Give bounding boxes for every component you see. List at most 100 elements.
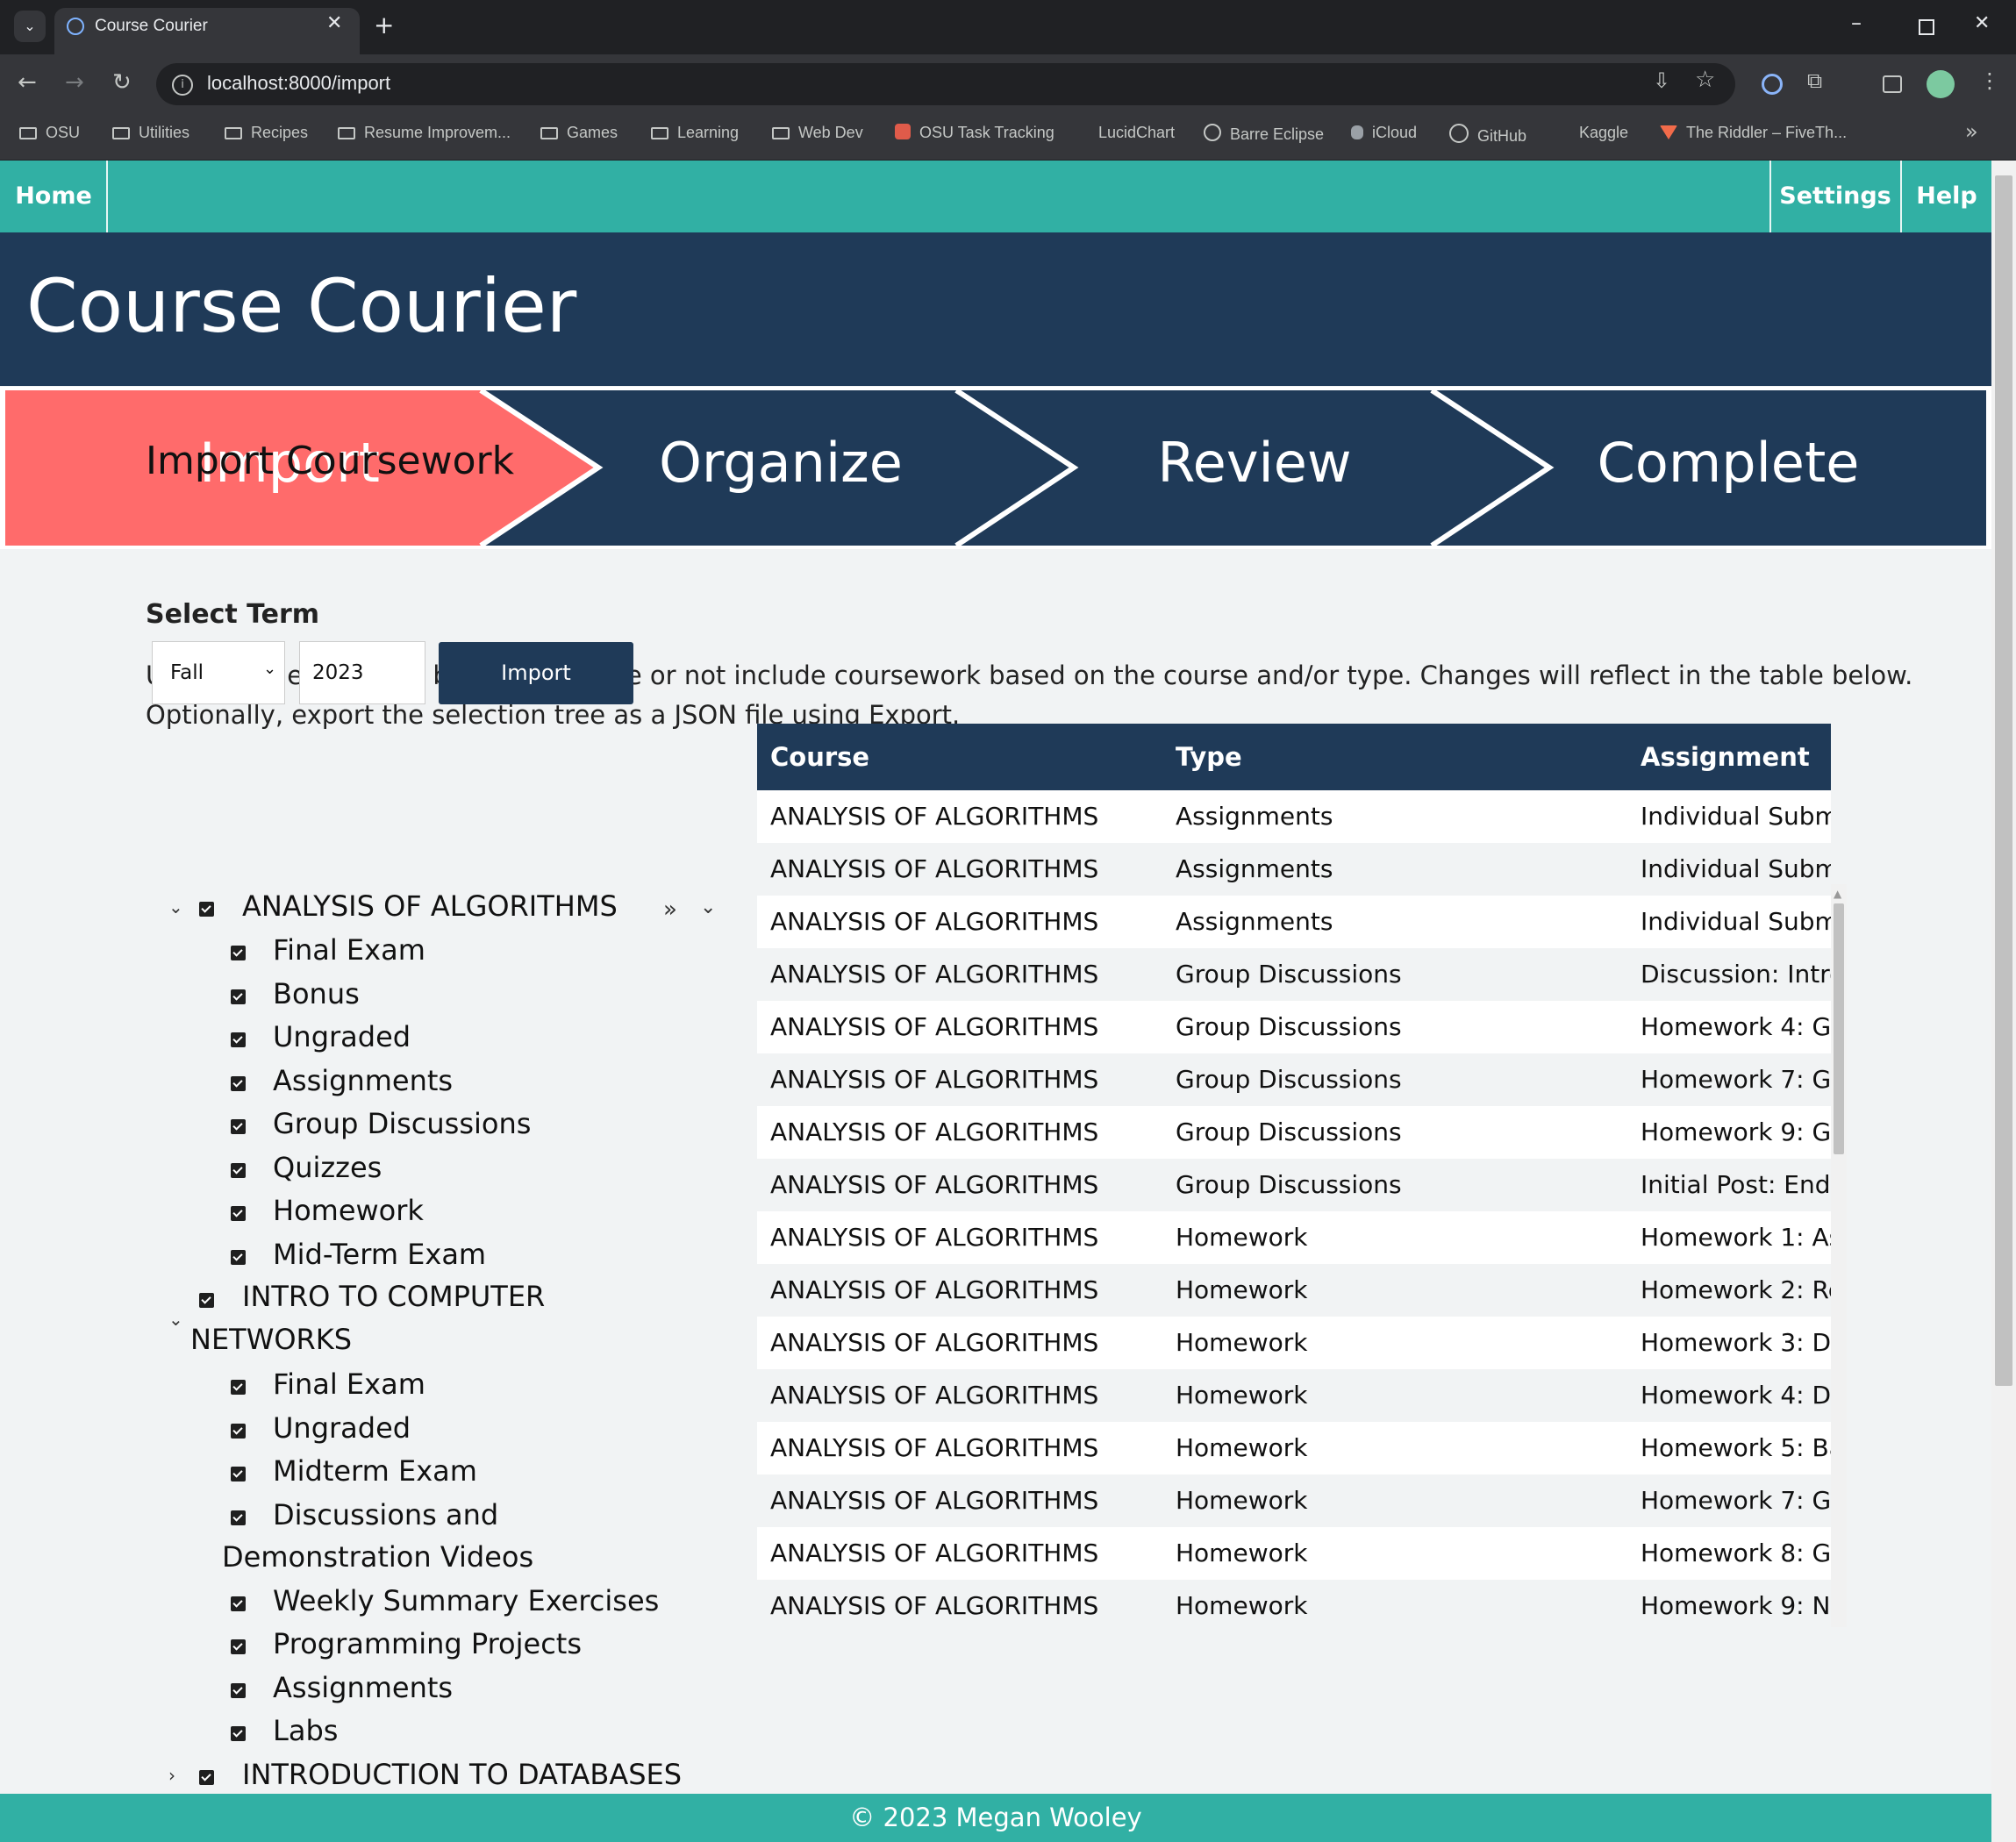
chevron-down-icon[interactable]: ⌄ — [168, 1309, 183, 1330]
checkbox-icon[interactable] — [199, 1770, 214, 1785]
step-organize[interactable]: Organize — [579, 431, 983, 495]
extensions-icon[interactable]: ⧉ — [1807, 68, 1822, 93]
table-row[interactable]: ANALYSIS OF ALGORITHMS Group Discussions D… — [757, 948, 1831, 1001]
tab-search-icon[interactable]: ⌄ — [14, 11, 46, 42]
table-row[interactable]: ANALYSIS OF ALGORITHMS Group Discussions H… — [757, 1106, 1831, 1159]
column-header-course[interactable]: Course — [770, 724, 869, 790]
tree-item[interactable]: Ungraded — [273, 1020, 411, 1053]
tree-item[interactable]: Quizzes — [273, 1151, 382, 1184]
tree-item[interactable]: Bonus — [273, 977, 360, 1010]
checkbox-icon[interactable] — [199, 1293, 214, 1308]
forward-icon[interactable]: → — [65, 69, 84, 96]
tree-item[interactable]: Homework — [273, 1194, 424, 1227]
tree-item-wrap[interactable]: Demonstration Videos — [222, 1540, 533, 1574]
checkbox-icon[interactable] — [231, 1032, 246, 1047]
tree-course-wrap[interactable]: NETWORKS — [190, 1323, 352, 1356]
table-row[interactable]: ANALYSIS OF ALGORITHMS Homework Homework 8… — [757, 1527, 1831, 1580]
import-button[interactable]: Import — [439, 642, 633, 704]
bookmark-folder[interactable]: Recipes — [225, 124, 308, 142]
checkbox-icon[interactable] — [231, 1596, 246, 1611]
checkbox-icon[interactable] — [231, 1683, 246, 1698]
chevron-down-icon[interactable]: ⌄ — [168, 896, 183, 917]
tree-item[interactable]: Mid-Term Exam — [273, 1238, 486, 1271]
tree-course[interactable]: INTRO TO COMPUTER — [242, 1280, 545, 1313]
table-row[interactable]: ANALYSIS OF ALGORITHMS Group Discussions H… — [757, 1053, 1831, 1106]
more-bookmarks-icon[interactable]: » — [1965, 119, 1978, 144]
window-close-icon[interactable]: ✕ — [1974, 12, 1990, 34]
tree-course[interactable]: ANALYSIS OF ALGORITHMS — [242, 889, 618, 923]
checkbox-icon[interactable] — [231, 1639, 246, 1654]
tree-item[interactable]: Ungraded — [273, 1411, 411, 1445]
table-row[interactable]: ANALYSIS OF ALGORITHMS Homework Homework 2… — [757, 1264, 1831, 1317]
menu-kebab-icon[interactable]: ⋮ — [1979, 68, 2000, 93]
minimize-icon[interactable]: – — [1851, 11, 1862, 35]
tree-item[interactable]: Assignments — [273, 1064, 453, 1097]
table-row[interactable]: ANALYSIS OF ALGORITHMS Assignments Individ… — [757, 896, 1831, 948]
tree-course[interactable]: INTRODUCTION TO DATABASES — [242, 1758, 682, 1791]
checkbox-icon[interactable] — [231, 1163, 246, 1178]
table-row[interactable]: ANALYSIS OF ALGORITHMS Homework Homework 5… — [757, 1422, 1831, 1474]
step-review[interactable]: Review — [1053, 431, 1456, 495]
tree-item[interactable]: Weekly Summary Exercises — [273, 1584, 659, 1617]
scroll-up-icon[interactable]: ▲ — [1834, 888, 1841, 900]
bookmark-link[interactable]: The Riddler – FiveTh... — [1660, 124, 1847, 142]
bookmark-link[interactable]: Kaggle — [1558, 124, 1628, 142]
site-info-icon[interactable]: i — [172, 75, 193, 96]
term-select[interactable]: Fall ⌄ — [152, 641, 285, 704]
chevron-right-icon[interactable]: › — [168, 1765, 175, 1786]
table-row[interactable]: ANALYSIS OF ALGORITHMS Group Discussions I… — [757, 1159, 1831, 1211]
bookmark-link[interactable]: iCloud — [1351, 124, 1417, 142]
bookmark-folder[interactable]: Utilities — [112, 124, 189, 142]
back-icon[interactable]: ← — [18, 69, 37, 96]
install-app-icon[interactable]: ⇩ — [1653, 68, 1670, 93]
table-row[interactable]: ANALYSIS OF ALGORITHMS Assignments Individ… — [757, 843, 1831, 896]
tab-close-icon[interactable]: ✕ — [326, 12, 342, 34]
url-text[interactable]: localhost:8000/import — [207, 72, 390, 95]
year-input[interactable]: 2023 — [299, 641, 425, 704]
tree-item[interactable]: Discussions and — [273, 1498, 498, 1531]
table-row[interactable]: ANALYSIS OF ALGORITHMS Homework Homework 3… — [757, 1317, 1831, 1369]
bookmark-star-icon[interactable]: ☆ — [1695, 67, 1715, 93]
table-row[interactable]: ANALYSIS OF ALGORITHMS Assignments Individ… — [757, 790, 1831, 843]
column-header-type[interactable]: Type — [1176, 724, 1242, 790]
bookmark-folder[interactable]: OSU — [19, 124, 80, 142]
new-tab-icon[interactable]: + — [374, 11, 394, 39]
bookmark-link[interactable]: OSU Task Tracking — [895, 124, 1054, 142]
checkbox-icon[interactable] — [231, 946, 246, 960]
column-header-assignment[interactable]: Assignment — [1641, 724, 1810, 790]
page-scrollbar-thumb[interactable] — [1995, 175, 2012, 1386]
tree-item[interactable]: Assignments — [273, 1671, 453, 1704]
step-complete[interactable]: Complete — [1526, 431, 1930, 495]
tree-item[interactable]: Midterm Exam — [273, 1454, 477, 1488]
bookmark-link[interactable]: GitHub — [1449, 124, 1526, 146]
table-scrollbar-thumb[interactable] — [1834, 903, 1844, 1154]
bookmark-folder[interactable]: Learning — [651, 124, 739, 142]
tree-item[interactable]: Group Discussions — [273, 1107, 531, 1140]
table-row[interactable]: ANALYSIS OF ALGORITHMS Homework Homework 7… — [757, 1474, 1831, 1527]
table-row[interactable]: ANALYSIS OF ALGORITHMS Homework Homework 9… — [757, 1580, 1831, 1627]
profile-avatar[interactable] — [1927, 70, 1955, 98]
nav-settings[interactable]: Settings — [1771, 161, 1899, 232]
bookmark-link[interactable]: Barre Eclipse — [1204, 124, 1324, 144]
checkbox-icon[interactable] — [231, 1510, 246, 1525]
nav-help[interactable]: Help — [1902, 161, 1991, 232]
checkbox-icon[interactable] — [231, 989, 246, 1004]
tree-item[interactable]: Final Exam — [273, 1367, 425, 1401]
side-panel-icon[interactable] — [1883, 75, 1902, 93]
collapse-all-icon[interactable]: ⌄ — [700, 896, 716, 918]
address-bar[interactable] — [156, 63, 1735, 105]
table-row[interactable]: ANALYSIS OF ALGORITHMS Group Discussions H… — [757, 1001, 1831, 1053]
checkbox-icon[interactable] — [231, 1424, 246, 1439]
table-row[interactable]: ANALYSIS OF ALGORITHMS Homework Homework 4… — [757, 1369, 1831, 1422]
bookmark-folder[interactable]: Resume Improvem... — [338, 124, 511, 142]
reload-icon[interactable]: ↻ — [112, 69, 132, 96]
tree-item[interactable]: Programming Projects — [273, 1627, 582, 1660]
checkbox-icon[interactable] — [231, 1119, 246, 1134]
checkbox-icon[interactable] — [231, 1467, 246, 1481]
checkbox-icon[interactable] — [231, 1076, 246, 1091]
maximize-icon[interactable] — [1919, 19, 1934, 35]
password-manager-icon[interactable] — [1762, 74, 1783, 95]
checkbox-icon[interactable] — [231, 1380, 246, 1395]
bookmark-folder[interactable]: Web Dev — [772, 124, 863, 142]
checkbox-icon[interactable] — [231, 1250, 246, 1265]
